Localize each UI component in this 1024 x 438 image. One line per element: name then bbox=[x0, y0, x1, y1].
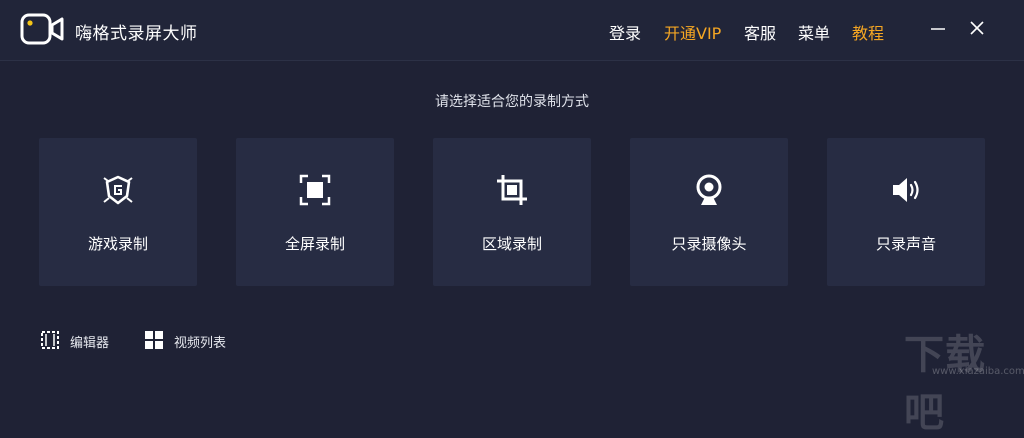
minimize-icon[interactable] bbox=[928, 18, 948, 38]
webcam-icon bbox=[696, 174, 722, 205]
grid-icon bbox=[145, 331, 163, 349]
close-icon[interactable] bbox=[967, 18, 987, 38]
card-label: 游戏录制 bbox=[87, 235, 148, 253]
title-bar: 嗨格式录屏大师 登录 开通VIP 客服 菜单 教程 bbox=[0, 0, 1024, 61]
watermark-url: www.xiazaiba.com bbox=[932, 366, 1024, 377]
editor-icon bbox=[41, 331, 59, 349]
audio-record-card[interactable]: 只录声音 bbox=[827, 138, 985, 286]
video-list-label: 视频列表 bbox=[174, 336, 227, 351]
card-label: 区域录制 bbox=[481, 235, 542, 253]
watermark-text: 下载吧 bbox=[904, 332, 986, 436]
prompt-text: 请选择适合您的录制方式 bbox=[435, 94, 589, 110]
vip-link[interactable]: 开通VIP bbox=[664, 20, 721, 44]
menu-link[interactable]: 菜单 bbox=[798, 20, 830, 44]
card-label: 只录摄像头 bbox=[671, 235, 747, 253]
app-title: 嗨格式录屏大师 bbox=[75, 24, 198, 44]
card-label: 只录声音 bbox=[875, 235, 936, 253]
game-record-card[interactable]: 游戏录制 bbox=[39, 138, 197, 286]
fullscreen-icon bbox=[299, 174, 331, 206]
webcam-record-card[interactable]: 只录摄像头 bbox=[630, 138, 788, 286]
camera-logo-icon bbox=[20, 13, 64, 45]
tutorial-link[interactable]: 教程 bbox=[852, 20, 884, 44]
watermark-logo: 下载吧 www.xiazaiba.com bbox=[886, 322, 1024, 436]
speaker-icon bbox=[893, 178, 919, 202]
support-link[interactable]: 客服 bbox=[744, 20, 776, 44]
region-record-card[interactable]: 区域录制 bbox=[433, 138, 591, 286]
game-shield-icon bbox=[103, 175, 133, 205]
crop-icon bbox=[497, 175, 527, 205]
card-label: 全屏录制 bbox=[284, 235, 345, 253]
fullscreen-record-card[interactable]: 全屏录制 bbox=[236, 138, 394, 286]
editor-label: 编辑器 bbox=[70, 336, 110, 351]
login-link[interactable]: 登录 bbox=[609, 20, 641, 44]
